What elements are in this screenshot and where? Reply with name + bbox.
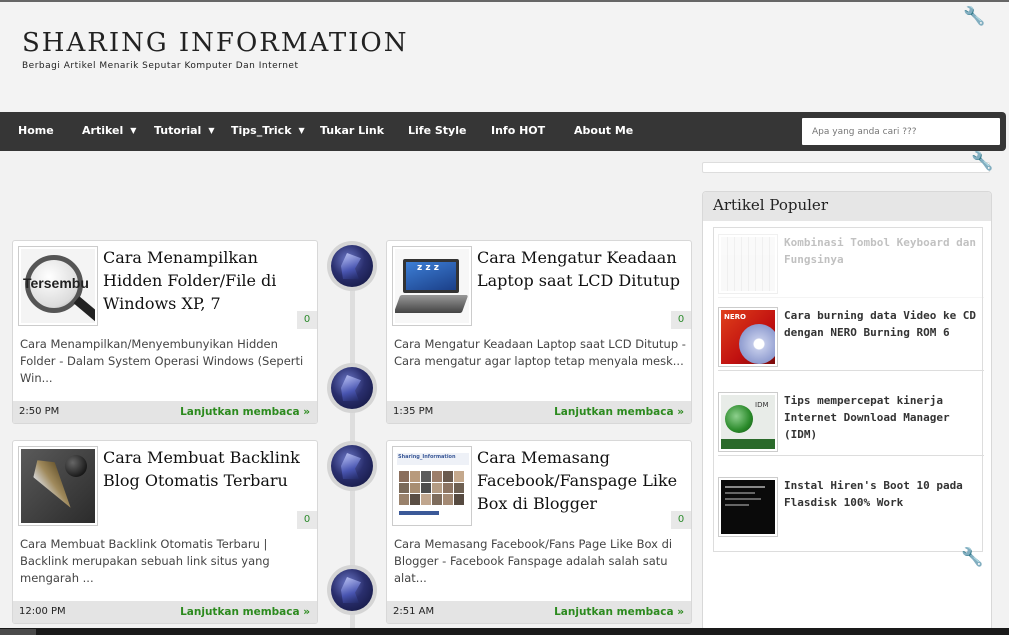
comment-count-badge[interactable]: 0 xyxy=(671,511,691,529)
post-footer: 2:51 AM Lanjutkan membaca » xyxy=(387,601,691,623)
chevron-down-icon: ▼ xyxy=(298,126,305,135)
site-description: Berbagi Artikel Menarik Seputar Komputer… xyxy=(22,61,299,71)
site-header: SHARING INFORMATION Berbagi Artikel Mena… xyxy=(0,2,1009,112)
post-card: Cara Membuat Backlink Blog Otomatis Terb… xyxy=(12,440,318,624)
nav-tukar-link[interactable]: Tukar Link xyxy=(320,112,384,151)
post-excerpt: Cara Menampilkan/Menyembunyikan Hidden F… xyxy=(20,337,304,385)
post-card: Tersembu Cara Menampilkan Hidden Folder/… xyxy=(12,240,318,424)
post-thumbnail[interactable]: z z z xyxy=(392,246,472,326)
popular-posts-widget: Artikel Populer Kombinasi Tombol Keyboar… xyxy=(702,191,992,631)
browser-bottom-tab[interactable] xyxy=(0,629,36,635)
pen-ball xyxy=(65,455,87,477)
comment-count-badge[interactable]: 0 xyxy=(297,511,317,529)
popular-post-title[interactable]: Kombinasi Tombol Keyboard dan Fungsinya xyxy=(784,234,984,268)
popular-post-title[interactable]: Tips mempercepat kinerja Internet Downlo… xyxy=(784,392,984,443)
terminal-screen-icon xyxy=(721,480,775,534)
popular-post-item[interactable]: NERO Cara burning data Video ke CD denga… xyxy=(718,301,984,371)
post-title[interactable]: Cara Mengatur Keadaan Laptop saat LCD Di… xyxy=(477,246,687,292)
nav-home[interactable]: Home xyxy=(18,112,54,151)
popular-post-title[interactable]: Cara burning data Video ke CD dengan NER… xyxy=(784,307,984,341)
post-footer: 2:50 PM Lanjutkan membaca » xyxy=(13,401,317,423)
post-thumbnail[interactable] xyxy=(18,446,98,526)
post-excerpt: Cara Mengatur Keadaan Laptop saat LCD Di… xyxy=(394,337,686,368)
search-input[interactable] xyxy=(802,118,1000,145)
nero-disc-icon: NERO xyxy=(721,310,775,364)
fb-footer-bar xyxy=(399,511,439,515)
popular-posts-list: Kombinasi Tombol Keyboard dan Fungsinya … xyxy=(713,227,984,552)
nav-tips-trick[interactable]: Tips_Trick ▼ xyxy=(231,112,305,151)
timeline-avatar xyxy=(327,441,377,491)
post-thumbnail[interactable]: Tersembu xyxy=(18,246,98,326)
edit-widget-wrench-icon[interactable]: 🔧 xyxy=(961,548,983,568)
comment-count-badge[interactable]: 0 xyxy=(297,311,317,329)
widget-header: Artikel Populer xyxy=(703,192,991,221)
popular-post-title[interactable]: Instal Hiren's Boot 10 pada Flasdisk 100… xyxy=(784,477,984,511)
fan-faces-grid xyxy=(399,471,465,505)
timeline-avatar xyxy=(327,565,377,615)
browser-bottom-bar xyxy=(0,628,1009,635)
post-card: z z z Cara Mengatur Keadaan Laptop saat … xyxy=(386,240,692,424)
chevron-down-icon: ▼ xyxy=(130,126,137,135)
site-title[interactable]: SHARING INFORMATION xyxy=(22,28,409,58)
timeline-avatar xyxy=(327,363,377,413)
post-footer: 12:00 PM Lanjutkan membaca » xyxy=(13,601,317,623)
post-title[interactable]: Cara Memasang Facebook/Fanspage Like Box… xyxy=(477,446,687,515)
main-nav: Home Artikel ▼ Tutorial ▼ Tips_Trick ▼ Tuka… xyxy=(0,112,1006,151)
comment-count-badge[interactable]: 0 xyxy=(671,311,691,329)
post-time: 12:00 PM xyxy=(19,606,66,617)
popular-post-thumbnail[interactable]: IDM xyxy=(718,392,778,452)
post-time: 1:35 PM xyxy=(393,406,434,417)
sidebar-top-widget xyxy=(702,162,990,173)
post-time: 2:50 PM xyxy=(19,406,60,417)
read-more-link[interactable]: Lanjutkan membaca » xyxy=(554,401,684,423)
magnifier-handle xyxy=(73,296,95,323)
edit-widget-wrench-icon[interactable]: 🔧 xyxy=(971,152,993,172)
post-excerpt: Cara Membuat Backlink Otomatis Terbaru |… xyxy=(20,537,270,585)
idm-icon: IDM xyxy=(721,395,775,449)
chevron-down-icon: ▼ xyxy=(208,126,215,135)
popular-post-item[interactable]: IDM Tips mempercepat kinerja Internet Do… xyxy=(718,386,984,456)
keyboard-icon xyxy=(721,237,775,291)
post-title[interactable]: Cara Membuat Backlink Blog Otomatis Terb… xyxy=(103,446,313,492)
popular-post-item[interactable]: Kombinasi Tombol Keyboard dan Fungsinya xyxy=(718,228,984,298)
nav-about-me[interactable]: About Me xyxy=(574,112,633,151)
edit-header-wrench-icon[interactable]: 🔧 xyxy=(963,7,985,27)
popular-post-thumbnail[interactable]: NERO xyxy=(718,307,778,367)
popular-post-thumbnail[interactable] xyxy=(718,477,778,537)
post-card: Sharing_Information Cara Memasang Facebo… xyxy=(386,440,692,624)
nav-tutorial[interactable]: Tutorial ▼ xyxy=(154,112,215,151)
nav-artikel[interactable]: Artikel ▼ xyxy=(82,112,136,151)
read-more-link[interactable]: Lanjutkan membaca » xyxy=(554,601,684,623)
nav-info-hot[interactable]: Info HOT xyxy=(491,112,545,151)
widget-title: Artikel Populer xyxy=(713,196,828,214)
laptop-base xyxy=(395,295,469,313)
popular-post-item[interactable]: Instal Hiren's Boot 10 pada Flasdisk 100… xyxy=(718,471,984,541)
read-more-link[interactable]: Lanjutkan membaca » xyxy=(180,601,310,623)
post-footer: 1:35 PM Lanjutkan membaca » xyxy=(387,401,691,423)
popular-post-thumbnail[interactable] xyxy=(718,234,778,294)
post-time: 2:51 AM xyxy=(393,606,435,617)
post-title[interactable]: Cara Menampilkan Hidden Folder/File di W… xyxy=(103,246,313,315)
post-thumbnail[interactable]: Sharing_Information xyxy=(392,446,472,526)
timeline-avatar xyxy=(327,241,377,291)
read-more-link[interactable]: Lanjutkan membaca » xyxy=(180,401,310,423)
post-excerpt: Cara Memasang Facebook/Fans Page Like Bo… xyxy=(394,537,673,585)
nav-life-style[interactable]: Life Style xyxy=(408,112,466,151)
